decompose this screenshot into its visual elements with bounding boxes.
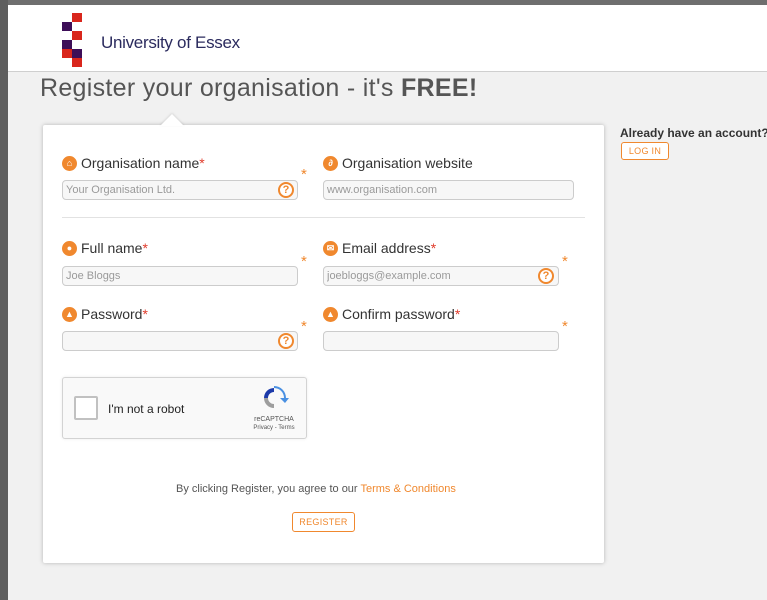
email-help-icon[interactable]: ? (538, 268, 554, 284)
site-header: University of Essex (8, 5, 767, 72)
recaptcha-links[interactable]: Privacy - Terms (249, 425, 299, 431)
confirm-password-label: ▲ Confirm password * (323, 306, 460, 322)
confirm-password-star: * (562, 318, 568, 335)
password-help-icon[interactable]: ? (278, 333, 294, 349)
required-mark: * (199, 155, 205, 171)
home-icon: ⌂ (62, 155, 77, 171)
agreement-text: By clicking Register, you agree to our (176, 483, 361, 495)
email-star: * (562, 253, 568, 270)
recaptcha-logo-icon (264, 386, 289, 408)
link-icon: ∂ (323, 155, 338, 171)
org-name-star: * (301, 166, 307, 183)
page-title-prefix: Register your organisation - it's (40, 74, 401, 102)
email-input[interactable] (323, 266, 559, 286)
org-website-label-text: Organisation website (342, 155, 473, 171)
required-mark: * (142, 306, 148, 322)
org-website-input[interactable] (323, 180, 574, 200)
section-divider (62, 217, 585, 218)
confirm-password-label-text: Confirm password (342, 306, 455, 322)
required-mark: * (430, 240, 437, 256)
org-website-label: ∂ Organisation website (323, 155, 473, 171)
org-name-label-text: Organisation name (81, 155, 200, 171)
required-mark: * (142, 240, 148, 256)
email-label: ✉ Email address * (323, 240, 436, 256)
confirm-password-input[interactable] (323, 331, 559, 351)
password-label: ▲ Password * (62, 306, 148, 322)
full-name-label: ● Full name * (62, 240, 148, 256)
lock-icon: ▲ (62, 306, 77, 322)
login-button[interactable]: LOG IN (621, 142, 669, 160)
password-star: * (301, 318, 307, 335)
org-name-label: ⌂ Organisation name * (62, 155, 205, 171)
org-name-input[interactable] (62, 180, 298, 200)
page-title: Register your organisation - it's FREE! (40, 74, 477, 103)
password-input[interactable] (62, 331, 298, 351)
required-mark: * (454, 306, 461, 322)
have-account-text: Already have an account? (620, 126, 767, 140)
email-label-text: Email address (342, 240, 431, 256)
full-name-star: * (301, 253, 307, 270)
university-logo[interactable] (62, 13, 92, 67)
terms-link[interactable]: Terms & Conditions (360, 483, 455, 495)
register-button[interactable]: REGISTER (292, 512, 355, 532)
recaptcha-label: I'm not a robot (108, 402, 185, 416)
recaptcha-widget: I'm not a robot reCAPTCHA Privacy - Term… (62, 377, 307, 439)
window-frame-left (0, 0, 8, 600)
brand-name: University of Essex (101, 33, 240, 52)
card-notch (160, 114, 184, 126)
recaptcha-brand: reCAPTCHA (254, 416, 294, 423)
recaptcha-checkbox[interactable] (74, 396, 98, 420)
page-title-emphasis: FREE! (400, 74, 478, 102)
org-name-help-icon[interactable]: ? (278, 182, 294, 198)
full-name-input[interactable] (62, 266, 298, 286)
user-icon: ● (62, 240, 77, 256)
terms-agreement: By clicking Register, you agree to our T… (176, 483, 456, 495)
full-name-label-text: Full name (81, 240, 143, 256)
envelope-icon: ✉ (323, 240, 338, 256)
password-label-text: Password (81, 306, 143, 322)
lock-icon: ▲ (323, 306, 338, 322)
